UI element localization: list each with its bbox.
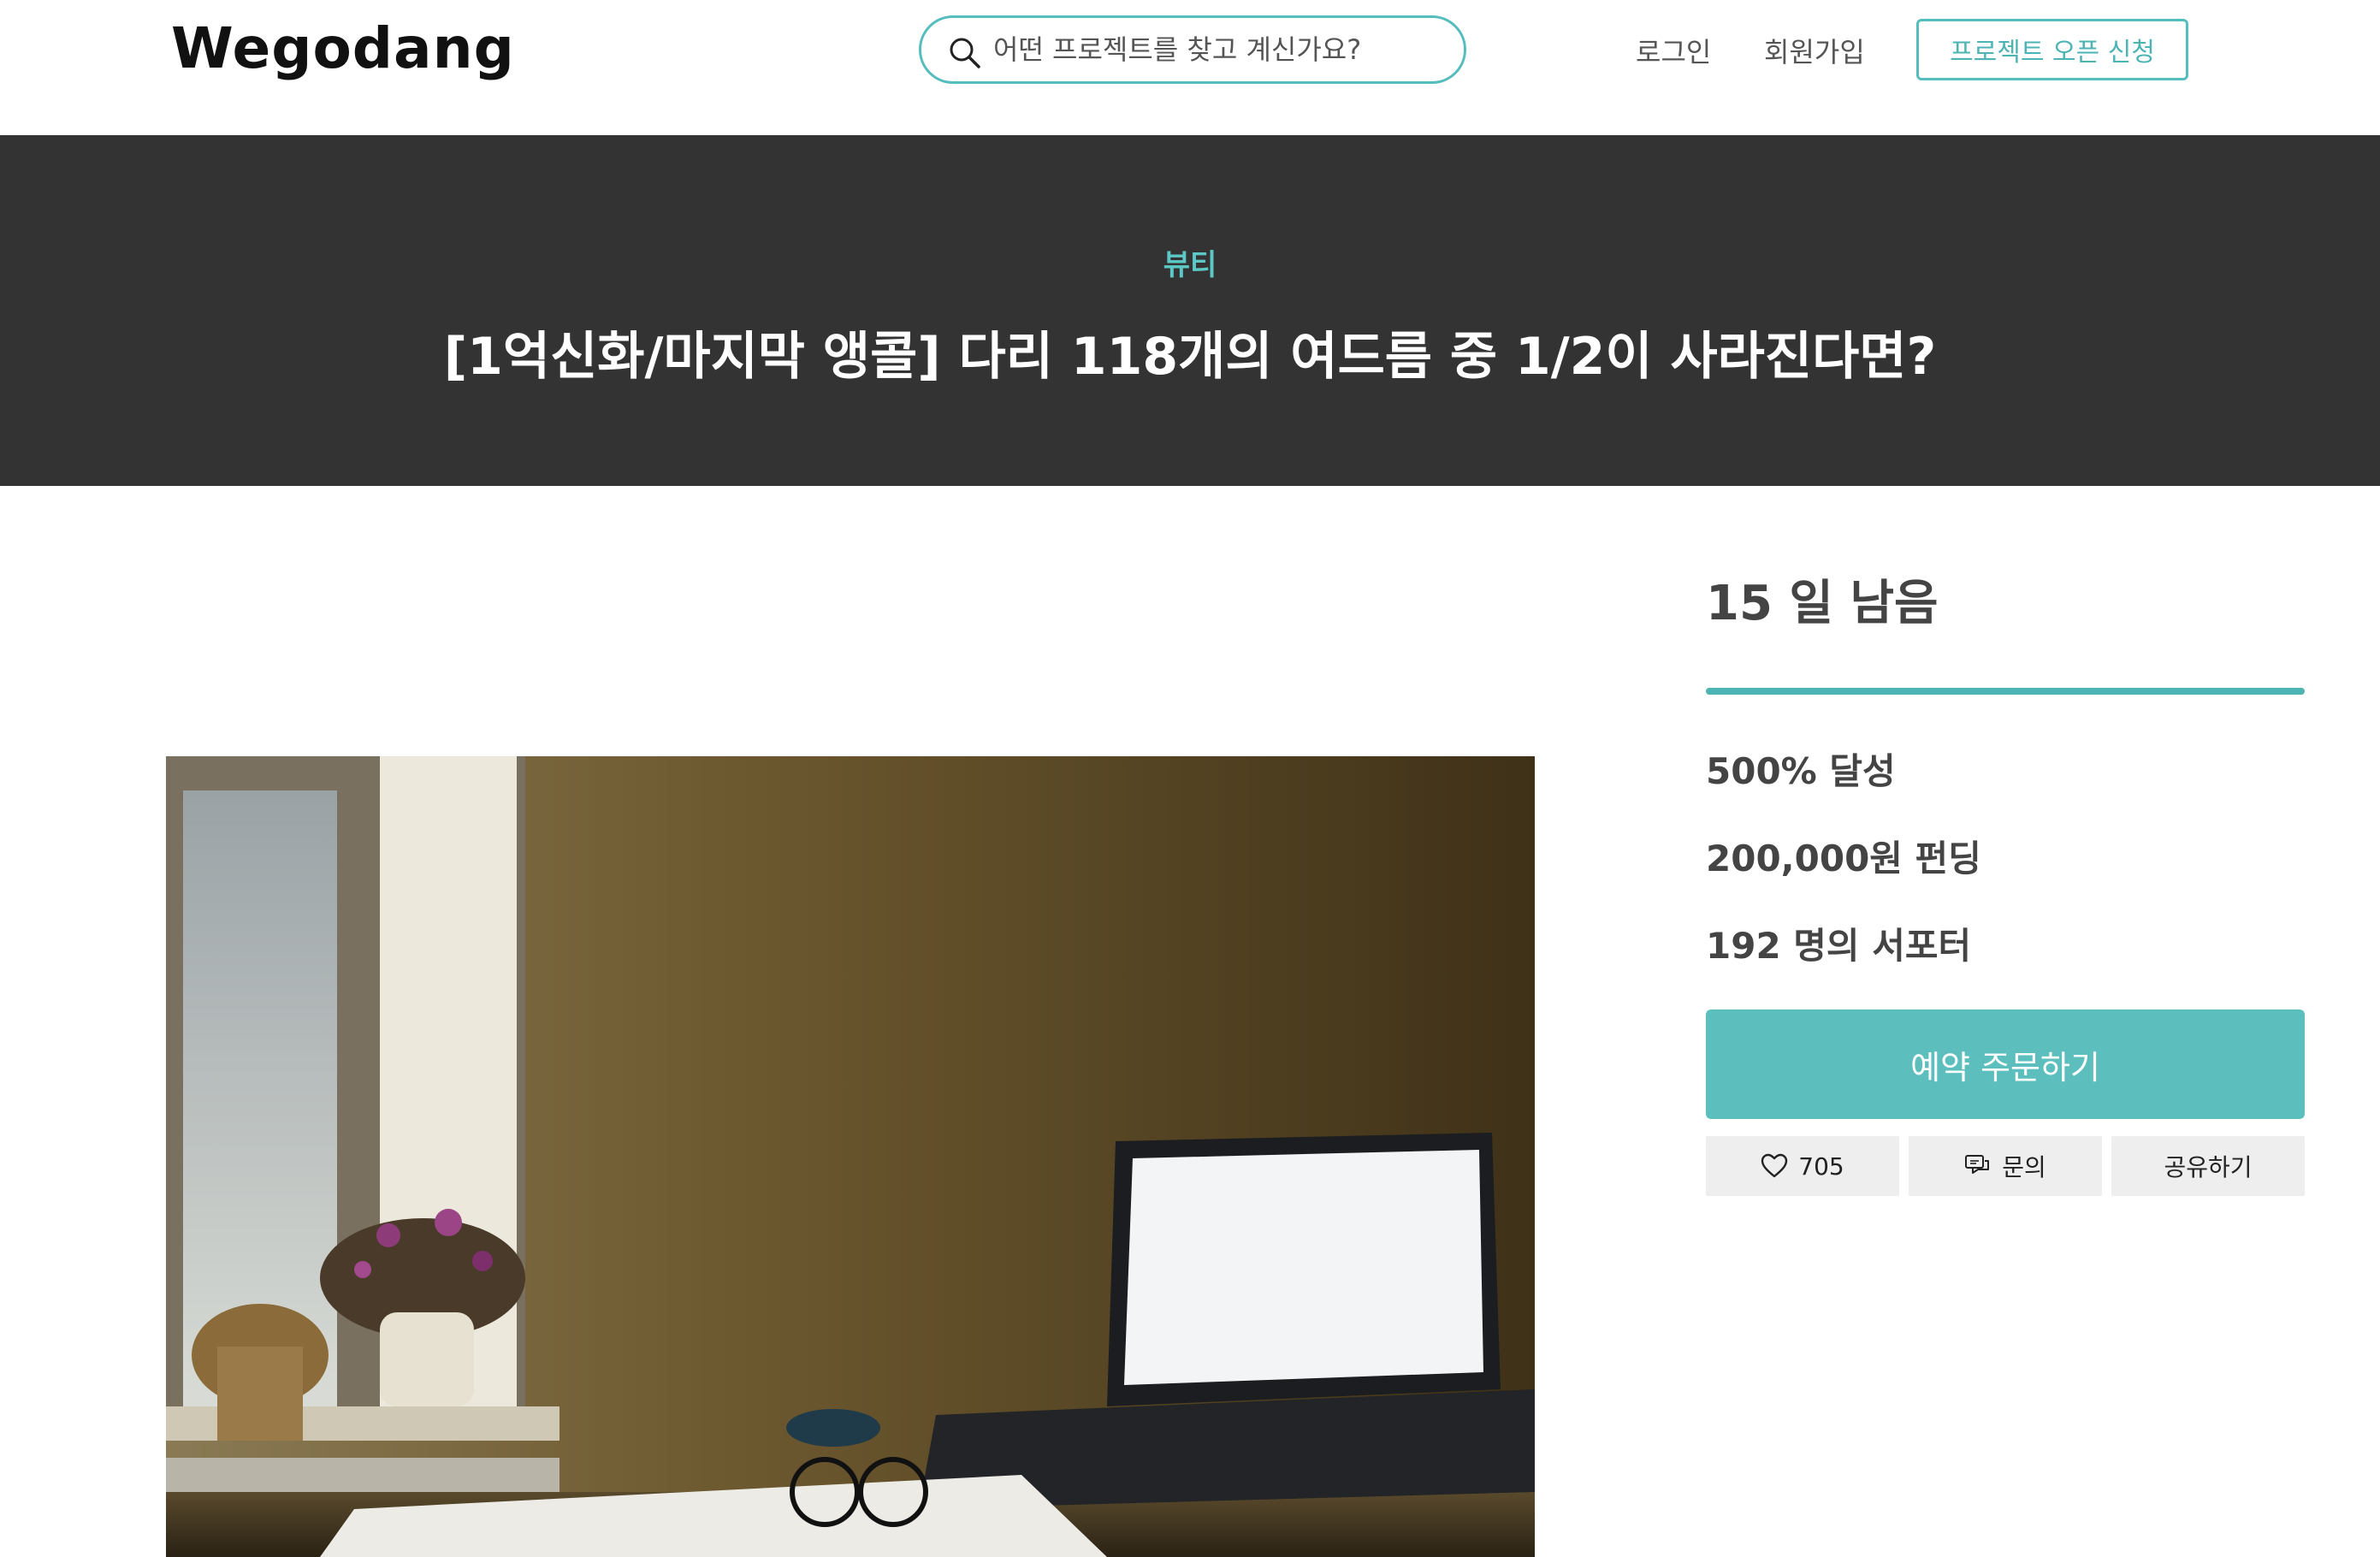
chat-icon bbox=[1965, 1155, 1990, 1174]
like-button[interactable]: 705 bbox=[1706, 1136, 1899, 1196]
share-label: 공유하기 bbox=[2164, 1153, 2253, 1181]
reserve-order-button[interactable]: 예약 주문하기 bbox=[1706, 1009, 2305, 1119]
inquiry-button[interactable]: 문의 bbox=[1909, 1136, 2102, 1196]
like-count: 705 bbox=[1798, 1151, 1844, 1181]
inquiry-label: 문의 bbox=[2002, 1153, 2046, 1181]
desk-photo bbox=[166, 756, 1535, 1557]
funding-progress-fill bbox=[1706, 688, 2305, 695]
project-title: [1억신화/마지막 앵콜] 다리 118개의 여드름 중 1/2이 사라진다면? bbox=[443, 327, 1937, 387]
signup-link[interactable]: 회원가입 bbox=[1764, 31, 1865, 70]
heart-icon bbox=[1761, 1153, 1788, 1178]
share-button[interactable]: 공유하기 bbox=[2111, 1136, 2305, 1196]
project-hero: 뷰티 [1억신화/마지막 앵콜] 다리 118개의 여드름 중 1/2이 사라진… bbox=[0, 135, 2380, 486]
achievement-rate: 500% 달성 bbox=[1706, 750, 1896, 792]
search-input[interactable] bbox=[993, 25, 1447, 74]
funding-amount: 200,000원 펀딩 bbox=[1706, 838, 1981, 879]
open-project-button[interactable]: 프로젝트 오픈 신청 bbox=[1916, 19, 2188, 80]
search-icon[interactable] bbox=[947, 35, 981, 69]
project-category[interactable]: 뷰티 bbox=[0, 241, 2380, 283]
funding-progress-bar bbox=[1706, 688, 2305, 695]
search-box[interactable] bbox=[919, 15, 1466, 84]
site-logo[interactable]: Wegodang bbox=[171, 15, 515, 81]
backer-count: 192 명의 서포터 bbox=[1706, 925, 1972, 967]
days-left: 15 일 남음 bbox=[1706, 576, 1939, 631]
login-link[interactable]: 로그인 bbox=[1636, 31, 1711, 70]
site-header: Wegodang 로그인 회원가입 프로젝트 오픈 신청 bbox=[0, 0, 2380, 135]
project-main-image bbox=[166, 756, 1535, 1557]
